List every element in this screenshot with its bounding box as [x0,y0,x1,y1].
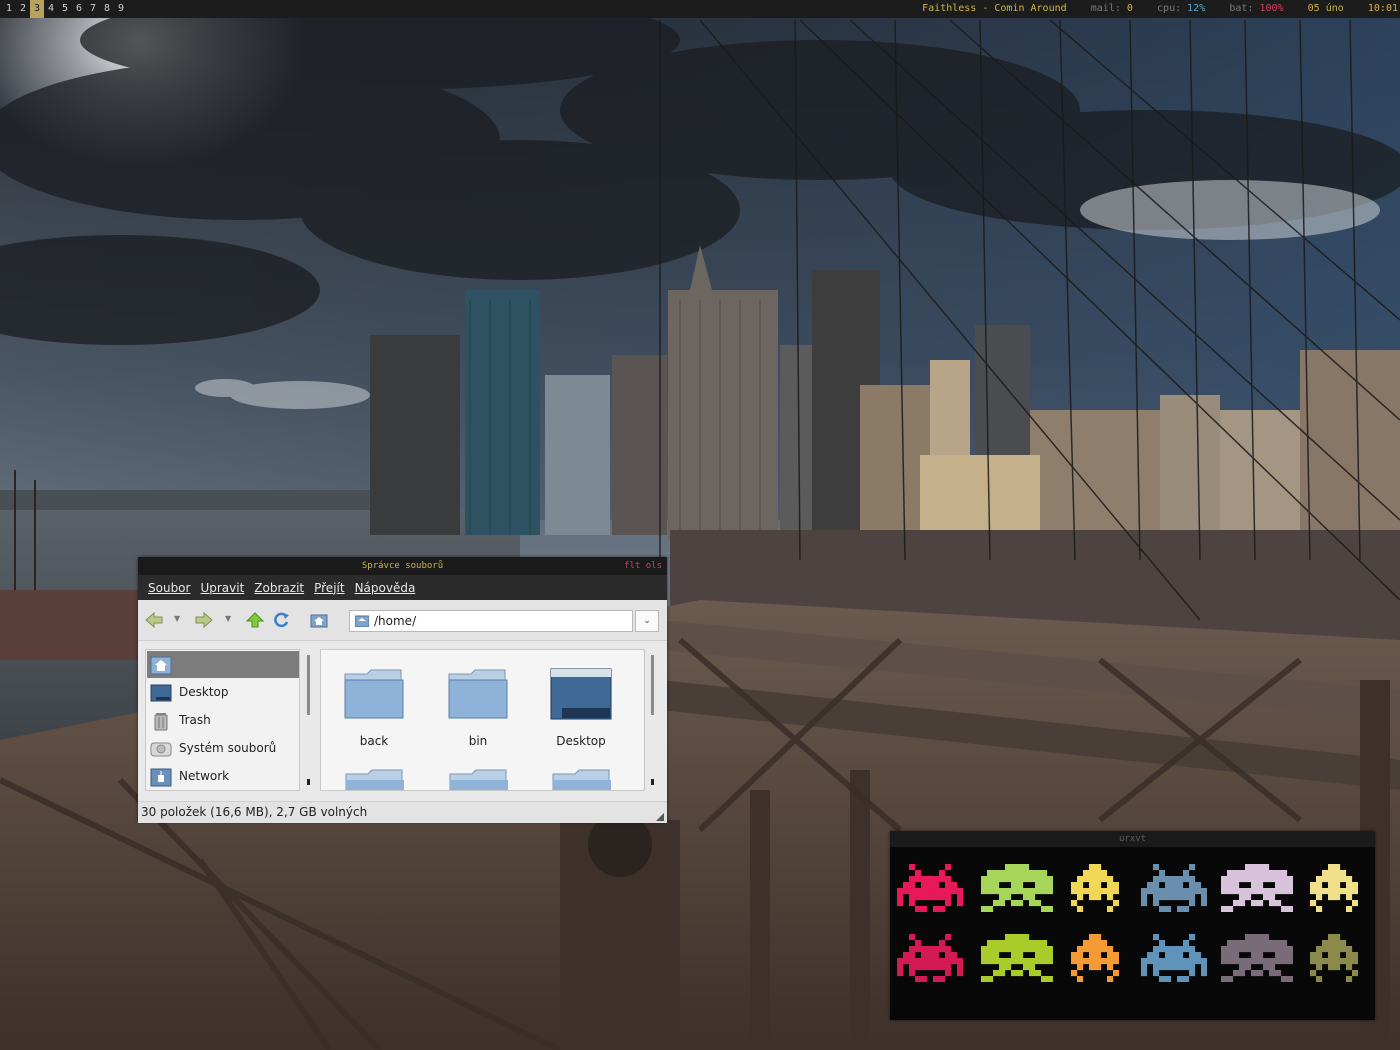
now-playing: Faithless - Comin Around [922,3,1067,14]
sidebar-item-home[interactable] [147,651,299,678]
file-item[interactable]: back [329,668,419,748]
space-invader-icon [1071,934,1119,982]
space-invader-icon [1071,864,1119,912]
toolbar: ▼ ▼ /home/ ⌄ [138,600,667,641]
folder-icon[interactable] [448,768,510,791]
top-status-bar: 123456789 Faithless - Comin Around mail:… [0,0,1400,18]
window-titlebar[interactable]: Správce souborů flt ols [138,557,667,575]
workspace-8[interactable]: 8 [100,0,114,18]
window-title: Správce souborů [361,561,444,571]
workspace-7[interactable]: 7 [86,0,100,18]
workspace-switcher: 123456789 [2,0,128,18]
reload-icon[interactable] [272,612,290,628]
workspace-4[interactable]: 4 [44,0,58,18]
date: 05 úno [1307,3,1344,14]
mail-label: mail: [1090,3,1121,14]
drive-icon [150,742,172,757]
space-invader-icon [897,864,963,912]
file-item[interactable]: Desktop [536,668,626,748]
sidebar-scrollbar[interactable] [307,655,310,715]
sidebar-item-filesystem[interactable]: Systém souborů [147,735,299,762]
terminal-title: urxvt [890,831,1375,847]
home-icon [150,656,172,675]
trash-icon [154,713,168,731]
mail-count: 0 [1126,3,1133,14]
sidebar-item-label: Network [179,769,230,783]
sidebar-item-label: Trash [179,713,211,727]
file-manager-window: Správce souborů flt ols Soubor Upravit Z… [138,557,667,823]
cpu-usage: 12% [1187,3,1206,14]
window-tags: flt ols [624,561,662,571]
places-sidebar: Desktop Trash Systém souborů Network [145,649,300,791]
menu-view[interactable]: Zobrazit [254,581,304,595]
folder-icon[interactable] [551,768,613,791]
space-invader-icon [1141,864,1207,912]
menu-file[interactable]: Soubor [148,581,190,595]
menu-help[interactable]: Nápověda [355,581,416,595]
terminal-window[interactable]: urxvt [890,831,1375,1020]
status-area: Faithless - Comin Around mail: 0 cpu: 12… [922,0,1398,18]
sidebar-item-label: Systém souborů [179,741,277,755]
desktop-folder-icon [550,668,612,720]
forward-history-dropdown[interactable]: ▼ [225,614,231,623]
space-invader-icon [981,934,1053,982]
space-invader-icon [1141,934,1207,982]
back-history-dropdown[interactable]: ▼ [174,614,180,623]
folder-icon[interactable] [344,768,406,791]
icon-view-scrollbar-end [651,779,654,785]
folder-icon [448,669,508,719]
status-text: 30 položek (16,6 MB), 2,7 GB volných [141,805,368,819]
menu-bar: Soubor Upravit Zobrazit Přejít Nápověda [138,575,667,600]
desktop-icon [150,684,172,702]
sidebar-item-trash[interactable]: Trash [147,707,299,734]
file-name: back [359,734,389,748]
space-invader-icon [1221,934,1293,982]
folder-icon [355,615,369,627]
home-folder-icon[interactable] [310,612,328,628]
workspace-3[interactable]: 3 [30,0,44,18]
menu-go[interactable]: Přejít [314,581,344,595]
icon-view-scrollbar[interactable] [651,655,654,715]
location-bar[interactable]: /home/ [349,610,633,632]
sidebar-scrollbar-end [307,779,310,785]
file-icon-view: back bin Desktop [320,649,645,791]
file-name: bin [468,734,488,748]
sidebar-item-label: Desktop [179,685,229,699]
space-invader-icon [1310,934,1358,982]
menu-edit[interactable]: Upravit [200,581,244,595]
status-bar: 30 položek (16,6 MB), 2,7 GB volných [138,801,667,823]
cpu-label: cpu: [1157,3,1182,14]
forward-arrow-icon[interactable] [195,612,213,628]
battery-level: 100% [1259,3,1284,14]
workspace-2[interactable]: 2 [16,0,30,18]
network-icon [150,768,172,787]
file-item[interactable]: bin [433,668,523,748]
folder-icon [344,669,404,719]
workspace-6[interactable]: 6 [72,0,86,18]
up-arrow-icon[interactable] [246,612,264,628]
workspace-1[interactable]: 1 [2,0,16,18]
workspace-5[interactable]: 5 [58,0,72,18]
file-name: Desktop [556,734,606,748]
workspace-9[interactable]: 9 [114,0,128,18]
location-dropdown-button[interactable]: ⌄ [635,610,659,632]
sidebar-item-desktop[interactable]: Desktop [147,679,299,706]
resize-grip-icon[interactable] [656,813,664,821]
sidebar-item-network[interactable]: Network [147,763,299,790]
space-invader-icon [897,934,963,982]
back-arrow-icon[interactable] [145,612,163,628]
clock: 10:01 [1367,3,1398,14]
space-invader-icon [981,864,1053,912]
space-invader-icon [1310,864,1358,912]
battery-label: bat: [1229,3,1254,14]
space-invader-icon [1221,864,1293,912]
location-path: /home/ [374,614,417,628]
